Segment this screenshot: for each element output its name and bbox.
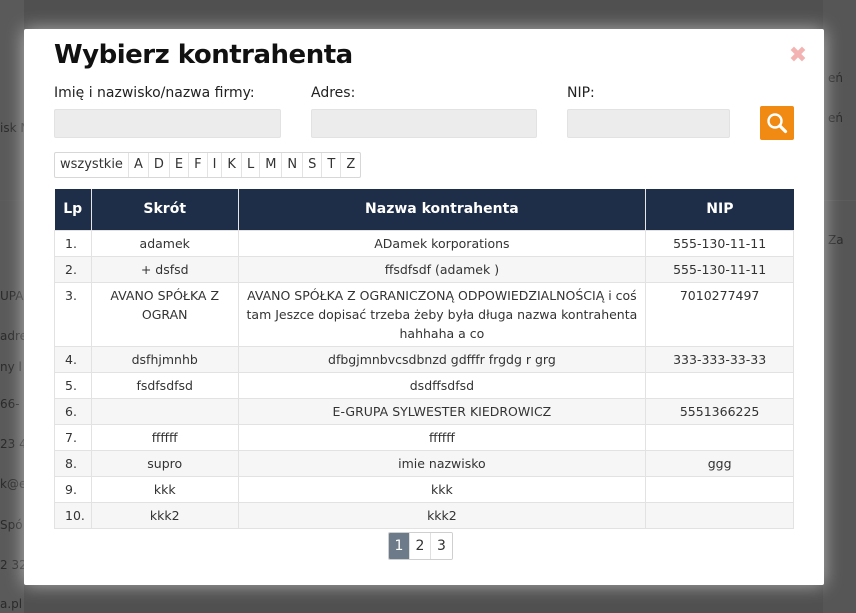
contractor-table: Lp Skrót Nazwa kontrahenta NIP 1. adamek A… — [54, 189, 794, 529]
cell-lp: 8. — [54, 449, 92, 477]
page-button-3[interactable]: 3 — [431, 533, 452, 559]
letter-filter-l[interactable]: L — [242, 153, 261, 177]
cell-nip — [645, 423, 794, 451]
cell-lp: 3. — [54, 281, 92, 347]
table-row[interactable]: 2. + dsfsd ffsdfsdf (adamek ) 555-130-11-11 — [54, 255, 794, 283]
cell-nip: 555-130-11-11 — [645, 255, 794, 283]
letter-filter-e[interactable]: E — [170, 153, 190, 177]
table-row[interactable]: 6. E-GRUPA SYLWESTER KIEDROWICZ 5551366225 — [54, 397, 794, 425]
cell-nip: 5551366225 — [645, 397, 794, 425]
bg-fragment: 2 32 — [0, 558, 27, 572]
search-button[interactable] — [760, 106, 794, 140]
cell-lp: 10. — [54, 501, 92, 529]
cell-lp: 1. — [54, 229, 92, 257]
column-header-nazwa: Nazwa kontrahenta — [238, 189, 647, 230]
cell-skrot: dsfhjmnhb — [90, 345, 239, 373]
table-row[interactable]: 4. dsfhjmnhb dfbgjmnbvcsdbnzd gdfffr frgdg… — [54, 345, 794, 373]
cell-nazwa: dfbgjmnbvcsdbnzd gdfffr frgdg r grg — [237, 345, 647, 373]
cell-nazwa: AVANO SPÓŁKA Z OGRANICZONĄ ODPOWIEDZIALN… — [237, 281, 647, 347]
bg-fragment: k@e — [0, 477, 27, 491]
bg-fragment: eń — [828, 111, 843, 125]
cell-lp: 6. — [54, 397, 92, 425]
pagination: 123 — [388, 532, 453, 560]
cell-nip — [645, 371, 794, 399]
nip-label: NIP: — [567, 85, 595, 101]
column-header-nip: NIP — [645, 189, 794, 230]
cell-lp: 4. — [54, 345, 92, 373]
letter-filter-m[interactable]: M — [260, 153, 283, 177]
name-label: Imię i nazwisko/nazwa firmy: — [54, 85, 255, 101]
letter-filter-t[interactable]: T — [322, 153, 342, 177]
bg-fragment: ny l — [0, 360, 22, 374]
page-button-2[interactable]: 2 — [410, 533, 431, 559]
cell-skrot: + dsfsd — [90, 255, 239, 283]
letter-filter-z[interactable]: Z — [341, 153, 360, 177]
bg-fragment: Za — [828, 233, 844, 247]
letter-filter-a[interactable]: A — [129, 153, 149, 177]
close-icon[interactable]: ✖ — [787, 45, 809, 67]
cell-nip: 7010277497 — [645, 281, 794, 347]
cell-nip: 333-333-33-33 — [645, 345, 794, 373]
letter-filter-d[interactable]: D — [149, 153, 170, 177]
cell-skrot: supro — [90, 449, 239, 477]
letter-filter-all[interactable]: wszystkie — [55, 153, 129, 177]
table-header-row: Lp Skrót Nazwa kontrahenta NIP — [54, 189, 794, 230]
name-field[interactable] — [54, 109, 281, 138]
bg-fragment: Spó — [0, 518, 23, 532]
cell-lp: 5. — [54, 371, 92, 399]
select-contractor-dialog: Wybierz kontrahenta ✖ Imię i nazwisko/na… — [24, 29, 824, 585]
bg-fragment: 66- — [0, 397, 20, 411]
letter-filter-k[interactable]: K — [222, 153, 242, 177]
letter-filter-n[interactable]: N — [282, 153, 304, 177]
bg-fragment: a.pl — [0, 597, 23, 611]
column-header-skrot: Skrót — [91, 189, 239, 230]
bg-fragment: UPA — [0, 289, 24, 303]
letter-filter-s[interactable]: S — [303, 153, 323, 177]
cell-nip — [645, 475, 794, 503]
cell-nip: 555-130-11-11 — [645, 229, 794, 257]
cell-skrot: kkk2 — [90, 501, 239, 529]
cell-nazwa: dsdffsdfsd — [237, 371, 647, 399]
address-field[interactable] — [311, 109, 537, 138]
cell-lp: 9. — [54, 475, 92, 503]
bg-fragment: 23 4 — [0, 437, 27, 451]
cell-nazwa: kkk — [237, 475, 647, 503]
cell-nazwa: ffsdfsdf (adamek ) — [237, 255, 647, 283]
table-row[interactable]: 9. kkk kkk — [54, 475, 794, 503]
cell-nazwa: ffffff — [237, 423, 647, 451]
bg-fragment: adre — [0, 329, 28, 343]
cell-skrot: kkk — [90, 475, 239, 503]
cell-skrot: fsdfsdfsd — [90, 371, 239, 399]
dialog-title: Wybierz kontrahenta — [54, 40, 353, 70]
letter-filter-i[interactable]: I — [208, 153, 223, 177]
cell-nip — [645, 501, 794, 529]
column-header-lp: Lp — [54, 189, 92, 230]
table-row[interactable]: 5. fsdfsdfsd dsdffsdfsd — [54, 371, 794, 399]
cell-nip: ggg — [645, 449, 794, 477]
letter-filter-f[interactable]: F — [189, 153, 208, 177]
page-button-1[interactable]: 1 — [389, 533, 410, 559]
bg-fragment: eń — [828, 71, 843, 85]
letter-filter-bar: wszystkie A D E F I K L M N S T Z — [54, 152, 362, 178]
table-row[interactable]: 10. kkk2 kkk2 — [54, 501, 794, 529]
background-right-panel — [823, 0, 856, 613]
search-icon — [767, 113, 788, 134]
cell-lp: 7. — [54, 423, 92, 451]
cell-nazwa: E-GRUPA SYLWESTER KIEDROWICZ — [237, 397, 647, 425]
cell-skrot: ffffff — [90, 423, 239, 451]
table-row[interactable]: 7. ffffff ffffff — [54, 423, 794, 451]
cell-nazwa: imie nazwisko — [237, 449, 647, 477]
address-label: Adres: — [311, 85, 356, 101]
cell-nazwa: kkk2 — [237, 501, 647, 529]
cell-nazwa: ADamek korporations — [237, 229, 647, 257]
cell-skrot — [90, 397, 239, 425]
table-row[interactable]: 8. supro imie nazwisko ggg — [54, 449, 794, 477]
nip-field[interactable] — [567, 109, 730, 138]
cell-skrot: adamek — [90, 229, 239, 257]
table-row[interactable]: 1. adamek ADamek korporations 555-130-11-11 — [54, 229, 794, 257]
cell-lp: 2. — [54, 255, 92, 283]
table-row[interactable]: 3. AVANO SPÓŁKA Z OGRAN AVANO SPÓŁKA Z OGR… — [54, 281, 794, 347]
cell-skrot: AVANO SPÓŁKA Z OGRAN — [90, 281, 239, 347]
